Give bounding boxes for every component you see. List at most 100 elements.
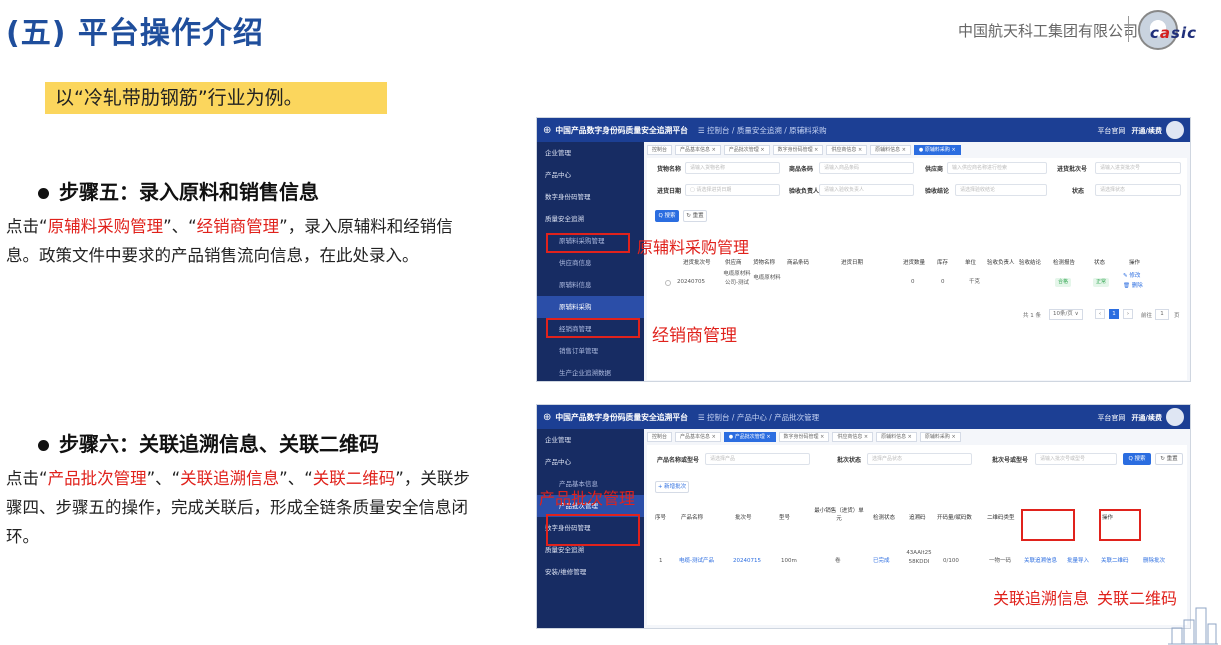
column-header: 进货日期 [841,260,864,266]
tab[interactable]: 产品基本信息 × [675,432,721,442]
callout-box-dealer [546,318,640,338]
sidebar-item[interactable]: 原辅料采购 [537,296,644,318]
batch-number-input[interactable]: 请输入批次号或型号 [1035,453,1117,465]
inspector-input[interactable]: 请输入验收负责人 [819,184,914,196]
highlight-text: 关联二维码 [312,469,396,488]
delete-batch-button[interactable]: 删除批次 [1143,557,1165,566]
result-badge: 合格 [1055,278,1071,287]
table-cell: 0 [911,279,915,285]
date-picker[interactable]: ▢ 请选择进货日期 [685,184,780,196]
test-status-link[interactable]: 已完成 [873,557,890,566]
status-select[interactable]: 请选择状态 [1095,184,1181,196]
prev-page-button[interactable]: ‹ [1095,309,1105,319]
filter-label: 进货批次号 [1057,166,1088,173]
tab[interactable]: 控制台 [647,145,673,155]
page-title: (五) 平台操作介绍 [6,16,264,51]
column-header: 供应商 [725,260,742,266]
tab-bar: 控制台 产品基本信息 × ● 产品批次管理 × 数字身份码管理 × 供应商信息 × 原辅料… [647,432,1186,442]
batch-input[interactable]: 请输入进货批次号 [1095,162,1181,174]
tab[interactable]: ● 原辅料采购 × [913,145,961,155]
column-header: 追溯码 [909,515,926,521]
barcode-input[interactable]: 请输入商品条码 [819,162,914,174]
link-trace-info-button[interactable]: 关联追溯信息 [1024,557,1057,566]
avatar[interactable] [1166,121,1184,139]
sidebar-item[interactable]: 产品中心 [537,451,644,473]
next-page-button[interactable]: › [1123,309,1133,319]
example-banner: 以“冷轧带肋钢筋”行业为例。 [45,82,387,114]
page-size-select[interactable]: 10条/页 ∨ [1049,309,1083,320]
highlight-text: 关联追溯信息 [180,469,280,488]
reset-button[interactable]: ↻ 重置 [1155,453,1183,465]
sidebar-item[interactable]: 生产企业追溯数据 [537,362,644,381]
official-site-link[interactable]: 平台官网 [1097,127,1125,135]
column-header: 开码量/赋码数 [937,515,972,521]
tab[interactable]: 控制台 [647,432,673,442]
breadcrumb[interactable]: ☰ 控制台 / 产品中心 / 产品批次管理 [698,412,819,423]
sidebar: 企业管理 产品中心 数字身份码管理 质量安全追溯 原辅料采购管理 供应商信息 原辅料信息 原辅… [537,142,644,381]
supplier-input[interactable]: 输入供应商名称进行检索 [947,162,1047,174]
goods-name-input[interactable]: 请输入货物名称 [685,162,780,174]
callout-trace-label: 关联追溯信息 [993,589,1090,608]
edit-button[interactable]: ✎ 修改 [1123,272,1140,281]
search-button[interactable]: Q 搜索 [655,210,679,222]
callout-qrcode-label: 关联二维码 [1097,589,1178,608]
callout-box-trace [1021,509,1075,541]
column-header: 二维码类型 [987,515,1015,521]
table-cell: 100m [781,558,797,564]
result-select[interactable]: 请选择验收结论 [955,184,1047,196]
table-cell: 20240705 [677,279,705,285]
bulk-import-button[interactable]: 批量导入 [1067,557,1089,566]
batch-status-select[interactable]: 选择产品状态 [867,453,972,465]
sidebar-item[interactable]: 产品中心 [537,164,644,186]
link-qrcode-button[interactable]: 关联二维码 [1101,557,1129,566]
table-cell: 43AAlt2558KDDI [906,550,932,565]
sidebar-item[interactable]: 企业管理 [537,142,644,164]
breadcrumb[interactable]: ☰ 控制台 / 质量安全追溯 / 原辅料采购 [698,125,827,136]
column-header: 批次号 [735,515,752,521]
screenshot-batch-management: ⊕ 中国产品数字身份码质量安全追溯平台 ☰ 控制台 / 产品中心 / 产品批次管… [536,404,1191,629]
column-header: 操作 [1129,260,1141,266]
sidebar-item[interactable]: 供应商信息 [537,252,644,274]
reset-button[interactable]: ↻ 重置 [683,210,707,222]
sidebar-item[interactable]: 销售订单管理 [537,340,644,362]
tab[interactable]: ● 产品批次管理 × [723,432,776,442]
sidebar-item[interactable]: 安装/维修管理 [537,561,644,583]
page-unit-label: 页 [1174,313,1180,319]
tab[interactable]: 原辅料采购 × [919,432,961,442]
tab[interactable]: 原辅料信息 × [870,145,911,155]
renew-link[interactable]: 开通/续费 [1131,414,1162,422]
tab[interactable]: 数字身份码管理 × [778,432,830,442]
table-cell: 电缆原材料 [753,275,781,281]
tab[interactable]: 产品批次管理 × [723,145,770,155]
product-select[interactable]: 请选择产品 [705,453,810,465]
renew-link[interactable]: 开通/续费 [1131,127,1162,135]
sidebar-item[interactable]: 质量安全追溯 [537,208,644,230]
tab[interactable]: 产品基本信息 × [675,145,721,155]
avatar[interactable] [1166,408,1184,426]
column-header: 单位 [965,260,977,266]
delete-button[interactable]: 🗑 删除 [1123,282,1143,291]
tab[interactable]: 供应商信息 × [826,145,868,155]
table-cell: 0 [941,279,945,285]
goto-input[interactable]: 1 [1155,309,1169,320]
page-number-button[interactable]: 1 [1109,309,1119,319]
bullet-icon [38,188,49,199]
sidebar-item[interactable]: 数字身份码管理 [537,186,644,208]
highlight-text: 原辅料采购管理 [47,217,164,236]
callout-batch-label: 产品批次管理 [539,489,636,508]
search-button[interactable]: Q 搜索 [1123,453,1151,465]
goto-label: 前往 [1141,313,1153,319]
sidebar-item[interactable]: 企业管理 [537,429,644,451]
table-cell: 卷 [835,558,841,564]
official-site-link[interactable]: 平台官网 [1097,414,1125,422]
product-name-link[interactable]: 电缆-测试产品 [679,557,714,566]
batch-number-link[interactable]: 20240715 [733,557,761,566]
tab[interactable]: 原辅料信息 × [876,432,917,442]
para-text: ”、“ [279,469,313,488]
sidebar-item[interactable]: 原辅料信息 [537,274,644,296]
tab[interactable]: 数字身份码管理 × [772,145,824,155]
tab[interactable]: 供应商信息 × [832,432,874,442]
column-header: 最小销售（进货）单元 [814,508,864,522]
add-batch-button[interactable]: + 新增批次 [655,481,689,493]
row-checkbox[interactable] [665,280,671,286]
